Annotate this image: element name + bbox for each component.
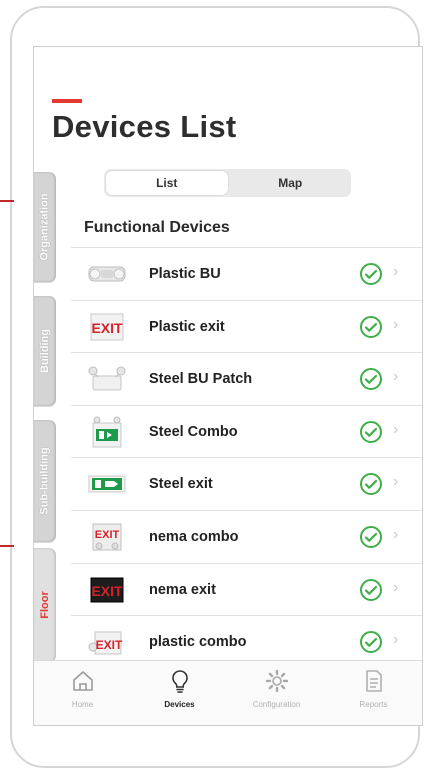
annotation-line-top xyxy=(0,200,14,202)
device-name: Steel BU Patch xyxy=(149,371,253,388)
device-row[interactable]: Steel BU Patch › xyxy=(71,352,422,405)
check-circle-icon xyxy=(359,367,383,391)
check-circle-icon xyxy=(359,315,383,339)
black-exit-sign-icon: EXIT xyxy=(85,573,129,607)
tab-label: Configuration xyxy=(252,700,301,709)
device-name: Plastic BU xyxy=(149,266,221,282)
chevron-right-icon: › xyxy=(393,263,399,280)
twin-head-light-icon xyxy=(85,362,129,396)
running-man-exit-icon xyxy=(85,467,129,501)
document-icon xyxy=(365,670,382,692)
check-circle-icon xyxy=(359,420,383,444)
side-tab-sub-building[interactable]: Sub-building xyxy=(34,420,56,542)
chevron-right-icon: › xyxy=(393,315,399,333)
device-row[interactable]: EXIT Plastic exit › xyxy=(71,299,422,353)
exit-combo-lamp-icon: EXIT xyxy=(85,625,129,659)
chevron-right-icon: › xyxy=(393,473,399,491)
svg-text:EXIT: EXIT xyxy=(96,638,123,652)
device-name: Steel Combo xyxy=(149,423,238,440)
segment-list[interactable]: List xyxy=(106,171,228,195)
device-name: nema combo xyxy=(149,528,239,545)
chevron-right-icon: › xyxy=(393,578,399,596)
side-tab-label: Building xyxy=(39,329,51,373)
device-name: nema exit xyxy=(149,581,216,598)
page-title: Devices List xyxy=(52,109,237,144)
annotation-line-bottom xyxy=(0,545,14,547)
segment-map[interactable]: Map xyxy=(230,169,352,197)
gear-icon xyxy=(265,669,288,693)
side-tab-building[interactable]: Building xyxy=(34,296,56,406)
check-circle-icon xyxy=(359,262,383,286)
side-tab-floor[interactable]: Floor xyxy=(34,548,56,662)
check-circle-icon xyxy=(359,525,383,549)
tab-label: Home xyxy=(71,700,94,709)
device-list: Plastic BU › EXIT Plastic exit › Steel B… xyxy=(71,247,422,668)
exit-combo-icon: EXIT xyxy=(85,520,129,554)
device-name: Steel exit xyxy=(149,476,213,493)
chevron-right-icon: › xyxy=(393,631,399,649)
chevron-right-icon: › xyxy=(393,525,399,543)
bottom-tab-bar: Home Devices Configuration Reports xyxy=(34,660,422,725)
side-tab-organization[interactable]: Organization xyxy=(34,172,56,282)
title-accent-bar xyxy=(52,99,82,103)
chevron-right-icon: › xyxy=(393,368,399,386)
device-name: plastic combo xyxy=(149,634,247,651)
side-tab-label: Sub-building xyxy=(39,447,52,515)
tab-label: Reports xyxy=(359,700,388,709)
device-row[interactable]: EXIT nema combo › xyxy=(71,509,422,563)
device-name: Plastic exit xyxy=(149,318,225,335)
section-title: Functional Devices xyxy=(84,219,230,236)
svg-text:EXIT: EXIT xyxy=(95,529,120,541)
exit-sign-icon: EXIT xyxy=(85,310,129,344)
check-circle-icon xyxy=(359,472,383,496)
tab-label: Devices xyxy=(164,700,195,709)
svg-text:EXIT: EXIT xyxy=(91,583,123,599)
check-circle-icon xyxy=(359,578,383,602)
device-row[interactable]: Steel exit › xyxy=(71,457,422,510)
home-icon xyxy=(72,671,93,691)
check-circle-icon xyxy=(359,630,383,654)
svg-text:EXIT: EXIT xyxy=(91,320,123,336)
tab-devices[interactable]: Devices xyxy=(131,661,228,725)
tab-reports[interactable]: Reports xyxy=(325,661,422,725)
app-screen: Devices List List Map Functional Devices… xyxy=(33,46,423,726)
device-row[interactable]: Steel Combo › xyxy=(71,404,422,458)
emergency-light-icon xyxy=(85,257,129,291)
chevron-right-icon: › xyxy=(393,420,399,438)
side-tab-label: Floor xyxy=(39,591,51,619)
device-row[interactable]: EXIT nema exit › xyxy=(71,562,422,616)
tab-home[interactable]: Home xyxy=(34,661,131,725)
side-tab-label: Organization xyxy=(39,193,52,261)
lightbulb-icon xyxy=(171,670,188,693)
view-toggle: List Map xyxy=(104,169,351,197)
tab-configuration[interactable]: Configuration xyxy=(228,661,325,725)
running-man-combo-icon xyxy=(85,415,129,449)
device-row[interactable]: Plastic BU › xyxy=(71,247,422,300)
